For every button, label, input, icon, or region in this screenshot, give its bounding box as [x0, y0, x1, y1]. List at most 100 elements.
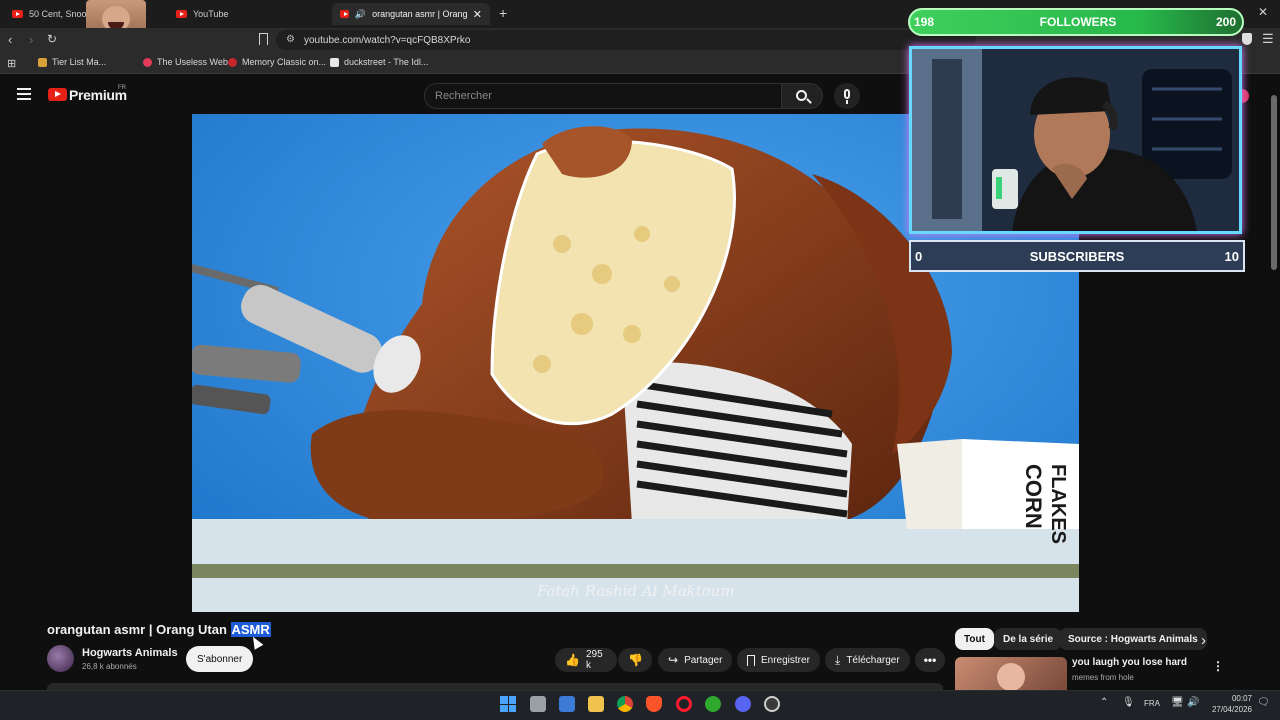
- shield-icon[interactable]: [1242, 33, 1252, 45]
- download-button[interactable]: ⤓ Télécharger: [825, 648, 910, 672]
- subscribers-label: SUBSCRIBERS: [1029, 249, 1125, 264]
- memory-favicon-icon: [228, 57, 237, 67]
- youtube-favicon-icon: [176, 10, 187, 18]
- channel-avatar[interactable]: [47, 645, 74, 672]
- page-scrollbar[interactable]: [1271, 95, 1277, 270]
- more-actions-button[interactable]: •••: [915, 648, 945, 672]
- thumbs-up-icon: 👍: [565, 653, 580, 667]
- xbox-icon[interactable]: [705, 696, 721, 712]
- channel-name[interactable]: Hogwarts Animals: [82, 647, 178, 659]
- share-icon: ↪: [668, 653, 679, 667]
- discord-icon[interactable]: [735, 696, 751, 712]
- recommended-channel[interactable]: memes from hole: [1072, 673, 1134, 682]
- followers-goal-bar: 198 FOLLOWERS 200: [908, 8, 1244, 36]
- task-view-icon[interactable]: [530, 696, 546, 712]
- site-info-icon[interactable]: ⚙: [286, 34, 295, 45]
- video-watermark: Fatah Rashid Al Maktoum: [537, 582, 735, 600]
- tray-mic-icon[interactable]: 🎙: [1122, 697, 1135, 708]
- followers-label: FOLLOWERS: [1039, 15, 1117, 29]
- bookmark-icon[interactable]: [259, 33, 268, 45]
- file-explorer-icon[interactable]: [588, 696, 604, 712]
- save-button[interactable]: Enregistrer: [737, 648, 820, 672]
- store-icon[interactable]: [559, 696, 575, 712]
- language-indicator[interactable]: FRA: [1144, 699, 1160, 708]
- chip-all[interactable]: Tout: [955, 628, 994, 650]
- brave-icon[interactable]: [646, 696, 662, 712]
- share-label: Partager: [684, 654, 723, 666]
- corn-box-text: CORN: [1021, 464, 1046, 529]
- close-window-icon[interactable]: ✕: [1258, 5, 1268, 19]
- tier-list-favicon-icon: [38, 57, 47, 67]
- chip-series[interactable]: De la série: [994, 628, 1063, 650]
- like-button[interactable]: 👍 295 k: [555, 648, 617, 672]
- apps-grid-icon[interactable]: ⊞: [7, 57, 16, 70]
- video-title-text: orangutan asmr | Orang Utan: [47, 622, 231, 637]
- more-horizontal-icon: •••: [923, 653, 937, 667]
- dislike-button[interactable]: 👎: [618, 648, 652, 672]
- download-label: Télécharger: [846, 654, 900, 666]
- channel-subscriber-count: 26,8 k abonnés: [82, 662, 137, 671]
- recommended-menu-icon[interactable]: ⋮: [1212, 659, 1224, 673]
- search-button[interactable]: [781, 83, 823, 109]
- youtube-favicon-icon: [340, 10, 349, 18]
- reload-icon[interactable]: ↻: [47, 32, 57, 46]
- steam-icon[interactable]: [764, 696, 780, 712]
- menu-icon[interactable]: ☰: [1262, 31, 1274, 47]
- notification-icon[interactable]: 🗨: [1257, 697, 1270, 708]
- back-icon[interactable]: ‹: [8, 32, 12, 47]
- youtube-favicon-icon: [12, 10, 23, 18]
- bookmark-label: The Useless Web: [157, 57, 228, 67]
- thumbs-down-icon: 👎: [628, 653, 643, 667]
- duckstreet-favicon-icon: [330, 57, 339, 67]
- like-count: 295 k: [585, 649, 603, 671]
- tray-overflow-icon[interactable]: ⌃: [1100, 697, 1108, 708]
- speaker-icon: 🔊: [354, 8, 367, 19]
- windows-taskbar: [0, 690, 1280, 720]
- subscribe-button[interactable]: S'abonner: [186, 646, 254, 672]
- bookmark-label: Memory Classic on...: [242, 57, 327, 67]
- bookmark-useless-web[interactable]: The Useless Web: [143, 57, 228, 67]
- chips-next-icon[interactable]: ›: [1201, 632, 1206, 649]
- search-icon-handle: [806, 98, 812, 104]
- share-button[interactable]: ↪ Partager: [658, 648, 733, 672]
- bookmark-memory-classic[interactable]: Memory Classic on...: [228, 57, 326, 67]
- new-tab-button[interactable]: +: [499, 5, 507, 21]
- url-field[interactable]: ⚙ youtube.com/watch?v=qcFQB8XPrko: [276, 30, 976, 50]
- webcam-scene: [912, 49, 1239, 231]
- video-title: orangutan asmr | Orang Utan ASMR: [47, 622, 271, 637]
- network-icon[interactable]: 🖥: [1171, 697, 1184, 708]
- recommended-title[interactable]: you laugh you lose hard: [1072, 657, 1187, 668]
- video-title-selection: ASMR: [230, 622, 271, 637]
- microphone-icon: [844, 89, 850, 99]
- hamburger-menu-icon[interactable]: [17, 88, 31, 100]
- flakes-box-text: FLAKES: [1047, 464, 1069, 544]
- followers-goal: 200: [1215, 15, 1236, 29]
- bookmark-label: Tier List Ma...: [52, 57, 107, 67]
- forward-icon[interactable]: ›: [29, 32, 33, 47]
- browser-tab-active[interactable]: 🔊 orangutan asmr | Orang Utan ✕: [332, 3, 490, 25]
- clock-time[interactable]: 00:07: [1208, 694, 1252, 703]
- tab-label: YouTube: [193, 9, 229, 19]
- useless-web-favicon-icon: [143, 57, 152, 67]
- voice-search-button[interactable]: [834, 83, 860, 109]
- url-text: youtube.com/watch?v=qcFQB8XPrko: [304, 34, 471, 46]
- tab-label: orangutan asmr | Orang Utan: [372, 9, 467, 19]
- region-code: FR: [118, 85, 126, 91]
- bookmark-label: duckstreet - The Idl...: [344, 57, 429, 67]
- chrome-icon[interactable]: [617, 696, 633, 712]
- search-input[interactable]: Rechercher: [424, 83, 782, 109]
- recommended-thumbnail[interactable]: [955, 657, 1067, 690]
- close-tab-icon[interactable]: ✕: [473, 8, 482, 21]
- bookmark-tier-list[interactable]: Tier List Ma...: [38, 57, 106, 67]
- start-button-icon[interactable]: [500, 696, 516, 712]
- bookmark-duckstreet[interactable]: duckstreet - The Idl...: [330, 57, 428, 67]
- download-icon: ⤓: [835, 652, 841, 667]
- webcam-feed: [909, 46, 1242, 234]
- volume-icon[interactable]: 🔊: [1187, 697, 1199, 708]
- opera-icon[interactable]: [676, 696, 692, 712]
- youtube-logo-icon[interactable]: [48, 88, 67, 101]
- clock-date[interactable]: 27/04/2026: [1202, 705, 1252, 714]
- save-bookmark-icon: [747, 654, 755, 666]
- chip-source[interactable]: Source : Hogwarts Animals: [1059, 628, 1207, 650]
- browser-tab-2[interactable]: YouTube: [168, 3, 328, 25]
